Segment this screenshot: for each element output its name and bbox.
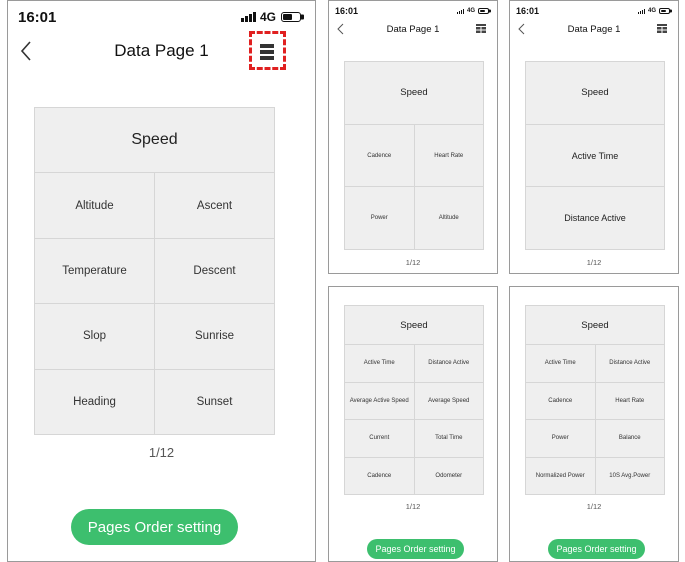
data-field[interactable]: Total Time: [413, 420, 484, 457]
grid-row: Average Active Speed Average Speed: [345, 382, 484, 421]
page-indicator: 1/12: [405, 502, 421, 511]
data-grid: Speed Active Time Distance Active Cadenc…: [525, 305, 665, 495]
data-grid: Speed Active Time Distance Active: [525, 61, 665, 250]
data-field[interactable]: Heading: [35, 370, 154, 434]
data-field[interactable]: Cadence: [345, 458, 414, 494]
page-indicator: 1/12: [586, 502, 602, 511]
grid-row: Active Time Distance Active: [345, 345, 484, 383]
data-field[interactable]: Slop: [35, 304, 154, 368]
data-grid: Speed Altitude Ascent Temperature Descen…: [34, 107, 275, 435]
page-indicator: 1/12: [405, 258, 421, 267]
grid-row: Normalized Power 10S Avg.Power: [526, 457, 665, 494]
layout-icon[interactable]: [656, 23, 668, 34]
back-icon[interactable]: [16, 40, 36, 62]
data-field[interactable]: Power: [526, 420, 595, 456]
battery-icon: [281, 12, 304, 22]
data-field[interactable]: Heart Rate: [413, 124, 484, 187]
nav-bar: Data Page 1: [510, 19, 678, 39]
phone-screen-preview-a: 16:01 4G Data Page 1 Speed Cadence Heart…: [328, 0, 498, 274]
data-field[interactable]: Distance Active: [413, 345, 484, 382]
data-field[interactable]: Average Active Speed: [345, 383, 414, 419]
phone-screen-preview-c: Speed Active Time Distance Active Averag…: [328, 286, 498, 562]
data-field[interactable]: Odometer: [413, 457, 484, 494]
data-field-speed[interactable]: Speed: [526, 306, 664, 346]
data-field[interactable]: Sunset: [154, 369, 274, 435]
grid-row: Heading Sunset: [35, 369, 274, 435]
grid-row: Temperature Descent: [35, 238, 274, 305]
data-field[interactable]: Sunrise: [154, 304, 274, 369]
data-field[interactable]: Cadence: [345, 125, 414, 187]
status-icons: 4G: [456, 8, 491, 14]
data-field[interactable]: Balance: [594, 420, 665, 457]
data-field-distance-active[interactable]: Distance Active: [526, 187, 664, 249]
network-type: 4G: [259, 10, 276, 24]
data-field-speed[interactable]: Speed: [345, 62, 483, 125]
phone-screen-main: 16:01 4G Data Page 1 Speed Altitude Asce…: [7, 0, 316, 562]
grid-row: Power Altitude: [345, 187, 484, 250]
pages-order-setting-button[interactable]: Pages Order setting: [71, 509, 238, 545]
layout-icon[interactable]: [475, 23, 487, 34]
grid-row: Power Balance: [526, 420, 665, 458]
grid-row: Cadence Heart Rate: [345, 124, 484, 188]
data-grid: Speed Active Time Distance Active Averag…: [344, 305, 484, 495]
data-field[interactable]: Descent: [154, 238, 274, 304]
pages-order-setting-button[interactable]: Pages Order setting: [367, 539, 464, 559]
battery-icon: [478, 8, 491, 14]
status-bar: 16:01 4G: [8, 1, 315, 33]
network-type: 4G: [647, 8, 656, 14]
data-field-active-time[interactable]: Active Time: [526, 125, 664, 188]
data-field-speed[interactable]: Speed: [35, 108, 274, 174]
pages-order-setting-button[interactable]: Pages Order setting: [548, 539, 645, 559]
status-icons: 4G: [240, 10, 305, 24]
page-title: Data Page 1: [114, 41, 209, 60]
grid-row: Current Total Time: [345, 420, 484, 458]
data-field[interactable]: Ascent: [154, 173, 274, 238]
grid-row: Altitude Ascent: [35, 173, 274, 239]
battery-icon: [659, 8, 672, 14]
grid-row: Cadence Heart Rate: [526, 382, 665, 421]
data-field[interactable]: Cadence: [526, 383, 595, 419]
status-time: 16:01: [18, 8, 57, 26]
data-field[interactable]: Normalized Power: [526, 458, 595, 494]
grid-row: Cadence Odometer: [345, 457, 484, 494]
page-indicator: 1/12: [586, 258, 602, 267]
data-field[interactable]: Active Time: [345, 345, 414, 381]
data-field[interactable]: Distance Active: [594, 345, 665, 382]
data-grid: Speed Cadence Heart Rate Power Altitude: [344, 61, 484, 250]
data-field-speed[interactable]: Speed: [526, 62, 664, 125]
status-icons: 4G: [637, 8, 672, 14]
grid-row: Slop Sunrise: [35, 304, 274, 370]
data-field[interactable]: Average Speed: [413, 382, 484, 420]
data-field[interactable]: Altitude: [413, 187, 484, 250]
data-field[interactable]: Heart Rate: [594, 382, 665, 420]
back-icon[interactable]: [334, 22, 346, 36]
data-field[interactable]: Altitude: [35, 173, 154, 237]
data-field[interactable]: 10S Avg.Power: [594, 457, 665, 494]
nav-bar: Data Page 1: [8, 31, 315, 70]
signal-icon: [240, 12, 257, 22]
data-field[interactable]: Power: [345, 187, 414, 249]
status-time: 16:01: [516, 6, 540, 16]
page-indicator: 1/12: [148, 445, 175, 460]
data-field[interactable]: Current: [345, 420, 414, 456]
status-bar: 16:01 4G: [329, 1, 497, 21]
signal-icon: [456, 8, 465, 14]
page-title: Data Page 1: [567, 23, 621, 35]
data-field-speed[interactable]: Speed: [345, 306, 483, 346]
data-field[interactable]: Temperature: [35, 239, 154, 303]
data-field[interactable]: Active Time: [526, 345, 595, 381]
phone-screen-preview-b: 16:01 4G Data Page 1 Speed Active Time D…: [509, 0, 679, 274]
nav-bar: Data Page 1: [329, 19, 497, 39]
status-bar: 16:01 4G: [510, 1, 678, 21]
signal-icon: [637, 8, 646, 14]
status-time: 16:01: [335, 6, 359, 16]
back-icon[interactable]: [515, 22, 527, 36]
network-type: 4G: [466, 8, 475, 14]
phone-screen-preview-d: Speed Active Time Distance Active Cadenc…: [509, 286, 679, 562]
highlight-box: [249, 31, 286, 70]
grid-row: Active Time Distance Active: [526, 345, 665, 383]
page-title: Data Page 1: [386, 23, 440, 35]
